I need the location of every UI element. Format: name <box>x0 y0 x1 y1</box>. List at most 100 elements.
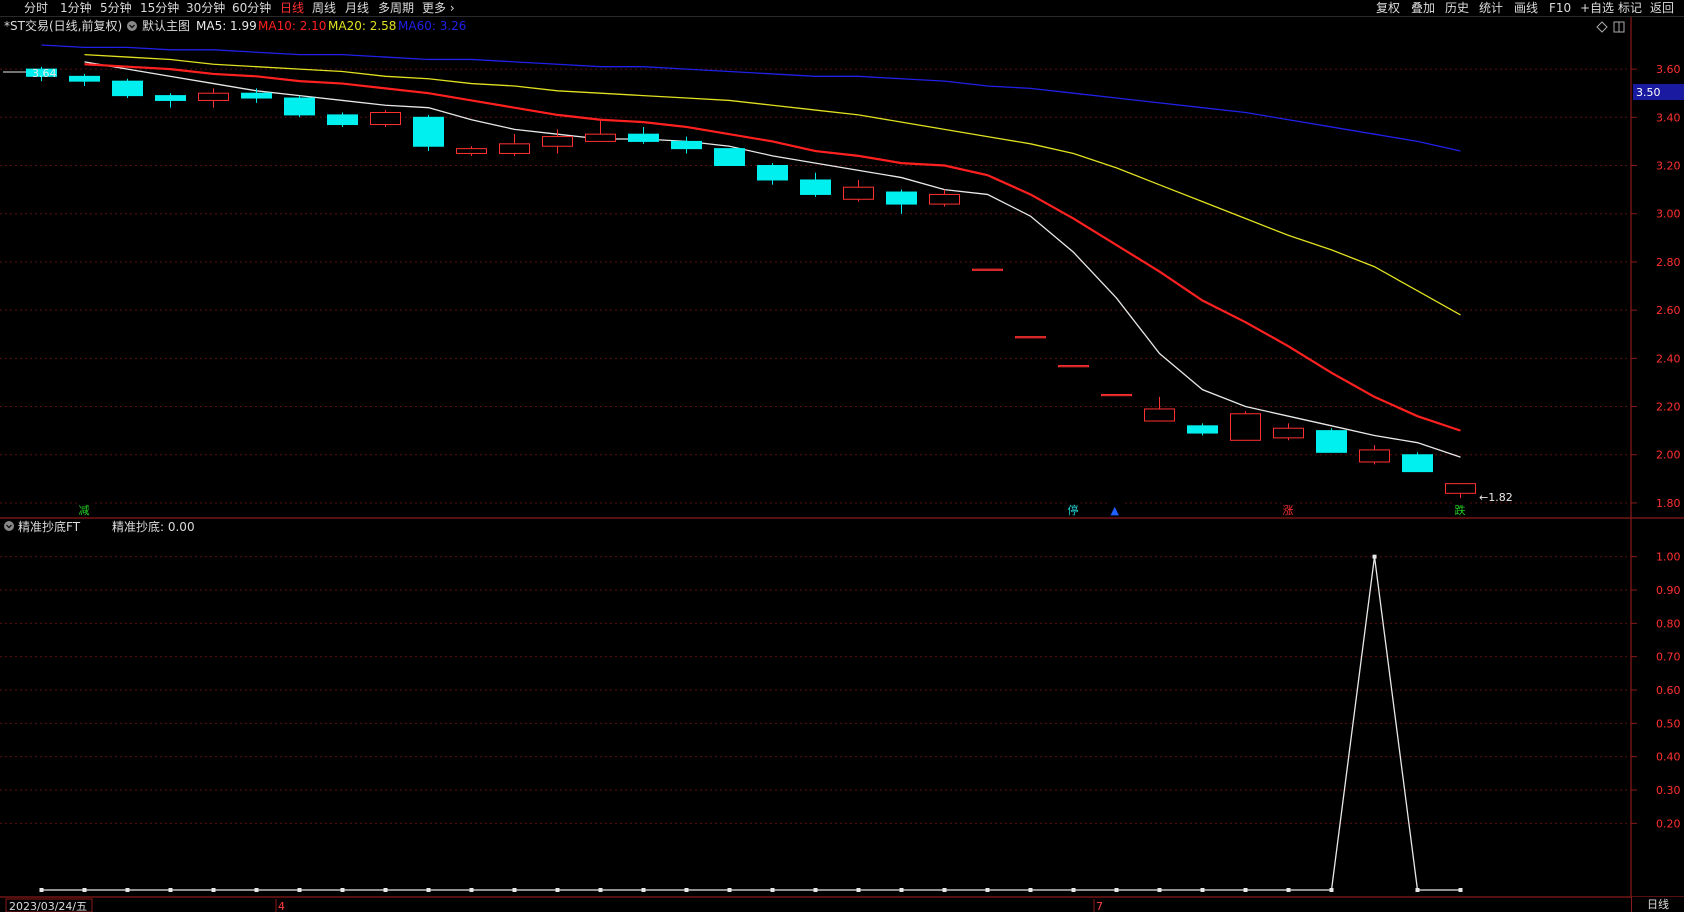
indicator-point <box>555 888 560 892</box>
price-tick-label: 1.80 <box>1656 497 1681 510</box>
date-start-label: 2023/03/24/五 <box>9 900 87 912</box>
signal-marker: 跌 <box>1455 503 1466 517</box>
price-tick-label: 3.60 <box>1656 63 1681 76</box>
date-axis: 2023/03/24/五 4 7 <box>5 898 1103 912</box>
price-tick-label: 3.20 <box>1656 160 1681 173</box>
indicator-point <box>1071 888 1076 892</box>
indicator-point <box>1200 888 1205 892</box>
ma5-label: MA5: 1.99 <box>196 19 257 33</box>
diamond-icon[interactable] <box>1596 21 1608 33</box>
candle-body-up <box>585 133 616 142</box>
indicator-tick-label: 0.70 <box>1656 651 1681 664</box>
current-price-label: 3.50 <box>1636 86 1661 99</box>
candle-body-up <box>1273 427 1304 439</box>
indicator-point <box>684 888 689 892</box>
indicator-tick-label: 1.00 <box>1656 551 1681 564</box>
signal-marker: 涨 <box>1283 504 1294 517</box>
candle-body-down <box>800 179 831 195</box>
candle-body-up <box>1359 449 1390 463</box>
sub-grid <box>0 556 1631 824</box>
price-tick-label: 2.60 <box>1656 304 1681 317</box>
indicator-point <box>340 888 345 892</box>
indicator-tick-label: 0.80 <box>1656 617 1681 630</box>
ma10-label: MA10: 2.10 <box>258 19 326 33</box>
indicator-point <box>899 888 904 892</box>
price-tick-label: 3.00 <box>1656 208 1681 221</box>
signal-marker: 减 <box>79 504 90 517</box>
sub-legend-toggle-icon[interactable] <box>4 521 14 531</box>
candle-body-up <box>1144 408 1175 422</box>
indicator-point <box>813 888 818 892</box>
candle-body-down <box>112 80 143 97</box>
period-tab-daily[interactable]: 日线 <box>1631 897 1684 912</box>
indicator-point <box>469 888 474 892</box>
candlesticks <box>26 66 1476 499</box>
sub-indicator-name[interactable]: 精准抄底FT <box>18 519 81 534</box>
price-tick-label: 2.80 <box>1656 256 1681 269</box>
date-mark-label: 7 <box>1096 900 1103 912</box>
ma20-label: MA20: 2.58 <box>328 19 396 33</box>
candle-body-up <box>1058 365 1089 368</box>
candle-body-down <box>671 140 702 150</box>
stock-title: *ST交易(日线,前复权) <box>4 18 122 33</box>
indicator-point <box>254 888 259 892</box>
indicator-point <box>297 888 302 892</box>
indicator-tick-label: 0.60 <box>1656 684 1681 697</box>
candle-body-down <box>241 92 272 99</box>
candle-body-down <box>69 75 100 82</box>
candle-body-up <box>1015 336 1046 339</box>
candle-body-up <box>929 193 960 205</box>
sub-legend: 精准抄底FT 精准抄底: 0.00 <box>4 519 195 534</box>
date-mark-label: 4 <box>278 900 285 912</box>
indicator-tick-label: 0.20 <box>1656 817 1681 830</box>
low-mark-label: ←1.82 <box>1479 491 1513 504</box>
candle-body-up <box>1101 393 1132 397</box>
candle-body-up <box>1445 483 1476 494</box>
indicator-name[interactable]: 默认主图 <box>142 18 190 33</box>
main-price-axis: 3.60 3.40 3.20 3.00 2.80 2.60 2.40 2.20 2.00 1.80 <box>1631 63 1681 510</box>
indicator-point <box>1458 888 1463 892</box>
price-tick-label: 2.00 <box>1656 449 1681 462</box>
indicator-point <box>512 888 517 892</box>
high-mark-label: 3.64 <box>32 67 57 80</box>
ma60-label: MA60: 3.26 <box>398 19 466 33</box>
indicator-point <box>1157 888 1162 892</box>
candle-body-down <box>1187 425 1218 434</box>
price-tick-label: 2.20 <box>1656 401 1681 414</box>
price-tick-label: 2.40 <box>1656 352 1681 365</box>
candle-body-down <box>757 165 788 181</box>
extreme-marks: 3.64 ←1.82 <box>3 67 1513 504</box>
indicator-point <box>856 888 861 892</box>
candle-body-up <box>370 111 401 126</box>
moving-average-lines <box>41 44 1461 458</box>
indicator-point <box>985 888 990 892</box>
ma10-line <box>84 63 1461 432</box>
indicator-point <box>727 888 732 892</box>
indicator-tick-label: 0.30 <box>1656 784 1681 797</box>
indicator-point <box>426 888 431 892</box>
candle-body-down <box>886 191 917 205</box>
indicator-point <box>211 888 216 892</box>
candle-body-up <box>972 268 1003 271</box>
candle-body-up <box>456 148 487 154</box>
signal-marker: ▲ <box>1111 504 1120 517</box>
signal-markers: 减 停 ▲ 涨 跌 <box>77 502 1468 517</box>
indicator-point <box>770 888 775 892</box>
candle-body-down <box>284 97 315 116</box>
indicator-point <box>1243 888 1248 892</box>
legend-toggle-icon[interactable] <box>127 21 137 31</box>
candle-body-down <box>628 133 659 142</box>
candle-body-up <box>499 143 530 154</box>
candle-body-down <box>327 114 358 126</box>
indicator-tick-label: 0.90 <box>1656 584 1681 597</box>
price-tick-label: 3.40 <box>1656 111 1681 124</box>
indicator-point <box>1028 888 1033 892</box>
indicator-point <box>383 888 388 892</box>
chart-area: 3.60 3.40 3.20 3.00 2.80 2.60 2.40 2.20 2.00 1.80… <box>0 17 1684 912</box>
indicator-point <box>598 888 603 892</box>
ma5-line <box>84 61 1461 458</box>
candle-body-down <box>155 95 186 101</box>
candle-body-down <box>1402 454 1433 473</box>
candle-body-up <box>198 92 229 101</box>
candle-body-up <box>843 186 874 200</box>
